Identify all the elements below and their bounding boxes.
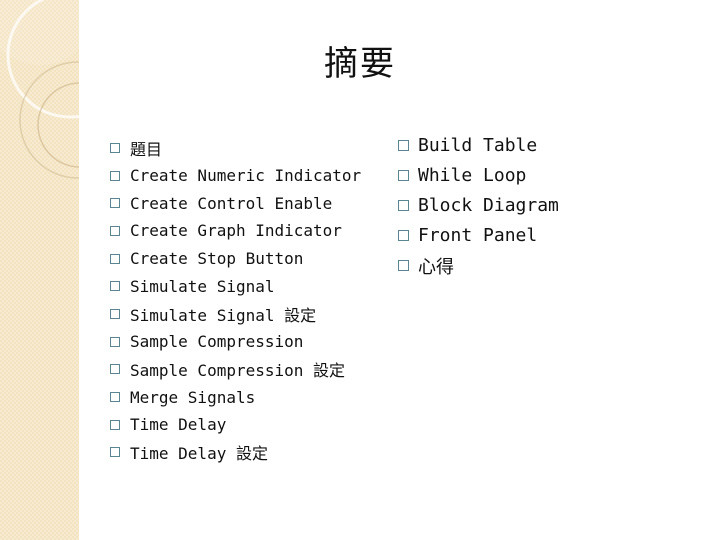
list-item: While Loop	[398, 160, 559, 190]
list-item: Create Graph Indicator	[110, 217, 361, 245]
list-item-label: Simulate Signal	[130, 276, 275, 296]
list-item: Build Table	[398, 130, 559, 160]
list-item-label: Create Graph Indicator	[130, 221, 342, 241]
square-bullet-icon	[110, 392, 120, 403]
square-bullet-icon	[110, 170, 120, 181]
square-bullet-icon	[110, 336, 120, 347]
list-item: Merge Signals	[110, 383, 361, 411]
square-bullet-icon	[110, 198, 120, 209]
square-bullet-icon	[398, 260, 409, 272]
list-item: Create Control Enable	[110, 189, 361, 217]
right-bullet-list: Build Table While Loop Block Diagram Fro…	[398, 130, 559, 281]
square-bullet-icon	[398, 169, 409, 181]
list-item-label: Create Stop Button	[130, 249, 304, 269]
list-item-label: Time Delay 設定	[130, 444, 268, 464]
list-item-label: Build Table	[418, 134, 538, 156]
list-item: Block Diagram	[398, 190, 559, 220]
list-item: Time Delay 設定	[110, 439, 361, 467]
list-item: 心得	[398, 251, 559, 281]
list-item: Front Panel	[398, 221, 559, 251]
list-item-label: Sample Compression	[130, 332, 304, 352]
list-item: Sample Compression 設定	[110, 356, 361, 384]
square-bullet-icon	[110, 253, 120, 264]
list-item: Simulate Signal	[110, 272, 361, 300]
list-item: Sample Compression	[110, 328, 361, 356]
list-item-label: While Loop	[418, 164, 527, 186]
square-bullet-icon	[110, 308, 120, 319]
list-item: 題目	[110, 134, 361, 162]
list-item: Time Delay	[110, 411, 361, 439]
list-item-label: Create Numeric Indicator	[130, 166, 362, 186]
list-item-label: Create Control Enable	[130, 193, 333, 213]
list-item-label: Sample Compression 設定	[130, 361, 346, 381]
square-bullet-icon	[110, 225, 120, 236]
square-bullet-icon	[398, 139, 409, 151]
list-item-label: Front Panel	[418, 225, 538, 247]
list-item-label: Merge Signals	[130, 387, 256, 407]
list-item: Simulate Signal 設定	[110, 300, 361, 328]
list-item-label: Block Diagram	[418, 194, 559, 216]
square-bullet-icon	[110, 419, 120, 430]
list-item-label: Time Delay	[130, 415, 227, 435]
square-bullet-icon	[398, 230, 409, 242]
left-bullet-list: 題目 Create Numeric Indicator Create Contr…	[110, 134, 361, 466]
list-item-label: 題目	[130, 139, 163, 159]
list-item: Create Numeric Indicator	[110, 162, 361, 190]
square-bullet-icon	[110, 364, 120, 375]
square-bullet-icon	[110, 447, 120, 458]
list-item-label: Simulate Signal 設定	[130, 305, 317, 325]
list-item: Create Stop Button	[110, 245, 361, 273]
list-item-label: 心得	[418, 256, 454, 278]
slide-title: 摘要	[324, 44, 396, 84]
square-bullet-icon	[398, 199, 409, 211]
square-bullet-icon	[110, 142, 120, 153]
square-bullet-icon	[110, 281, 120, 292]
